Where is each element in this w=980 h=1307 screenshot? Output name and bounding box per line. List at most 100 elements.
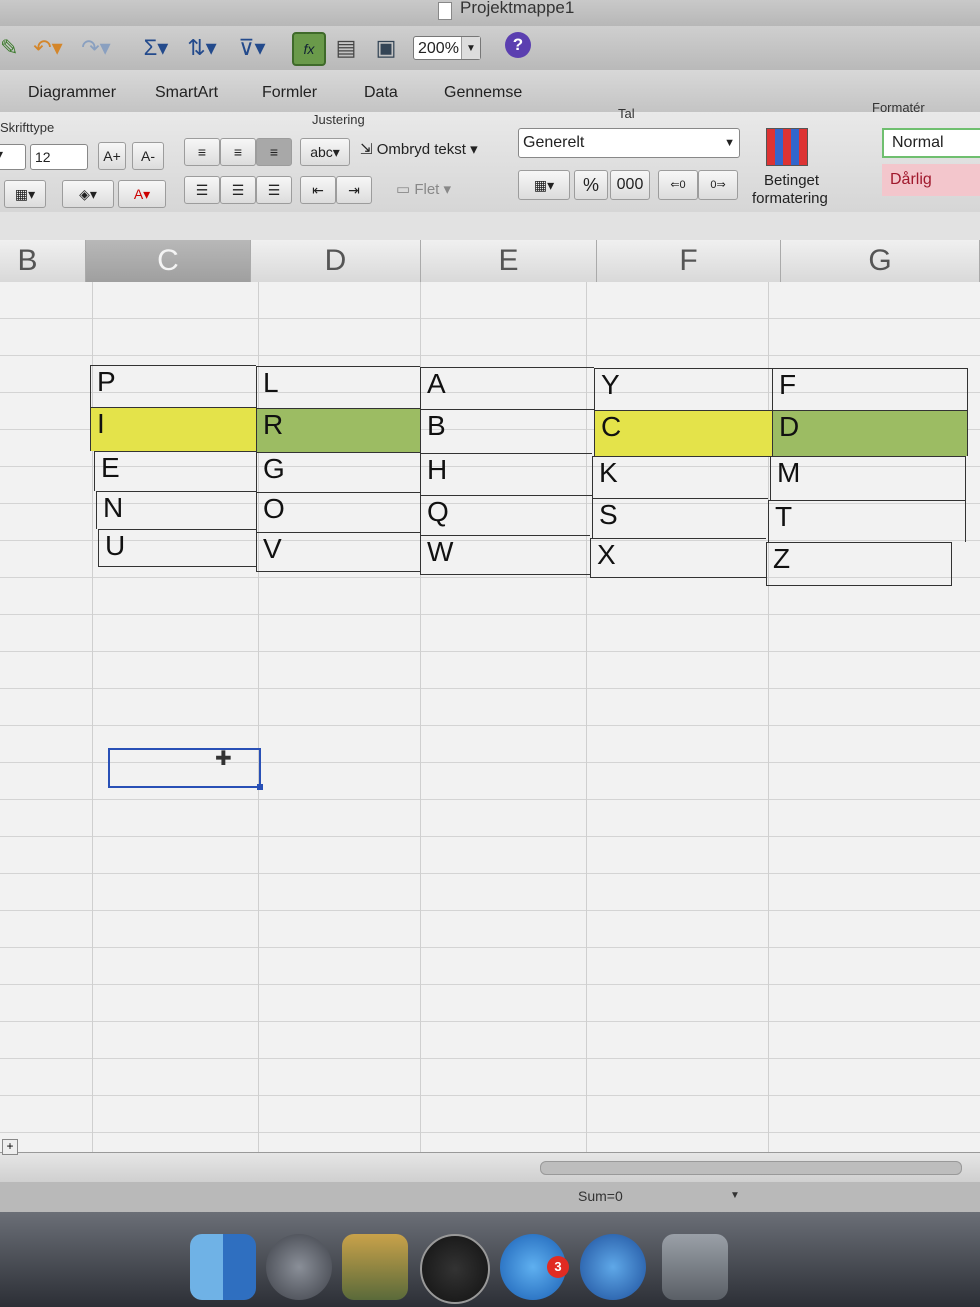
column-header-b[interactable]: B	[0, 240, 86, 282]
wrap-text-label: Ombryd tekst	[376, 141, 466, 158]
borders-icon[interactable]: ▦▾	[4, 180, 46, 208]
increase-decimal-icon[interactable]: ⇐0	[658, 170, 698, 200]
dock	[0, 1212, 980, 1307]
chevron-down-icon: ▼	[461, 37, 480, 59]
align-bottom-icon[interactable]: ≡	[256, 138, 292, 166]
table-cell-highlight[interactable]: I	[90, 407, 256, 451]
increase-indent-icon[interactable]: ⇥	[336, 176, 372, 204]
align-right-icon[interactable]: ☰	[256, 176, 292, 204]
increase-font-icon[interactable]: A+	[98, 142, 126, 170]
style-normal[interactable]: Normal	[882, 128, 980, 158]
table-cell[interactable]: X	[590, 538, 766, 578]
table-cell[interactable]: K	[592, 456, 770, 498]
wrap-text-button[interactable]: ⇲ Ombryd tekst ▾	[360, 140, 478, 158]
column-header-g[interactable]: G	[781, 240, 980, 282]
add-sheet-icon[interactable]: +	[2, 1139, 18, 1155]
zoom-select[interactable]: 200% ▼	[413, 36, 481, 60]
decrease-indent-icon[interactable]: ⇤	[300, 176, 336, 204]
column-header-c[interactable]: C	[86, 240, 251, 282]
text-orientation-button[interactable]: abc▾	[300, 138, 350, 166]
tab-diagrammer[interactable]: Diagrammer	[28, 84, 116, 102]
scroll-thumb[interactable]	[540, 1161, 962, 1175]
table-cell[interactable]: W	[420, 535, 590, 575]
table-cell[interactable]: A	[420, 367, 594, 409]
gallery-icon[interactable]: ▤	[334, 34, 358, 62]
align-middle-icon[interactable]: ≡	[220, 138, 256, 166]
table-cell[interactable]: Q	[420, 495, 592, 535]
fill-color-icon[interactable]: ◈▾	[62, 180, 114, 208]
merge-icon: ▭	[396, 181, 415, 198]
redo-icon[interactable]: ↷▾	[78, 34, 114, 62]
number-format-select[interactable]: Generelt ▼	[518, 128, 740, 158]
chevron-down-icon[interactable]: ▼	[730, 1190, 740, 1201]
decrease-font-icon[interactable]: A-	[132, 142, 164, 170]
table-cell[interactable]: O	[256, 492, 420, 532]
table-cell[interactable]: E	[94, 451, 256, 491]
table-cell[interactable]: L	[256, 366, 420, 408]
table-cell-highlight[interactable]: R	[256, 408, 420, 452]
itunes-icon[interactable]	[580, 1234, 646, 1300]
title-bar: Projektmappe1	[0, 0, 980, 26]
fill-handle[interactable]	[257, 784, 263, 790]
font-size-select[interactable]: 12	[30, 144, 88, 170]
number-format-value: Generelt	[523, 134, 585, 151]
table-cell[interactable]: T	[768, 500, 966, 542]
undo-icon[interactable]: ↶▾	[30, 34, 66, 62]
help-button[interactable]: ?	[505, 32, 531, 58]
table-cell[interactable]: F	[772, 368, 968, 410]
align-left-icon[interactable]: ☰	[184, 176, 220, 204]
font-name-select[interactable]: ▾	[0, 144, 26, 170]
table-cell-highlight[interactable]: D	[772, 410, 968, 456]
decrease-decimal-icon[interactable]: 0⇒	[698, 170, 738, 200]
save-icon[interactable]: ✎	[0, 34, 18, 62]
autosum-icon[interactable]: Σ▾	[138, 34, 174, 62]
launchpad-icon[interactable]	[266, 1234, 332, 1300]
align-group-label: Justering	[312, 112, 365, 127]
sort-icon[interactable]: ⇅▾	[182, 34, 222, 62]
align-top-icon[interactable]: ≡	[184, 138, 220, 166]
horizontal-scrollbar[interactable]: +	[0, 1139, 980, 1183]
column-header-e[interactable]: E	[421, 240, 597, 282]
table-cell[interactable]: B	[420, 409, 594, 453]
photo-app-icon[interactable]	[342, 1234, 408, 1300]
table-cell[interactable]: U	[98, 529, 256, 567]
table-cell[interactable]: M	[770, 456, 966, 500]
finder-icon[interactable]	[190, 1234, 256, 1300]
column-headers: B C D E F G	[0, 240, 980, 283]
conditional-format-button[interactable]: Betinget formatering	[750, 124, 836, 210]
number-group-label: Tal	[618, 106, 635, 121]
font-size-value: 12	[35, 149, 51, 165]
table-cell[interactable]: H	[420, 453, 592, 495]
active-cell-selection[interactable]	[108, 748, 263, 790]
styles-group-label: Formatér	[872, 100, 925, 115]
table-cell[interactable]: P	[90, 365, 256, 407]
dashboard-icon[interactable]	[420, 1234, 490, 1304]
system-preferences-icon[interactable]	[662, 1234, 728, 1300]
tab-gennemse[interactable]: Gennemse	[444, 84, 522, 102]
merge-button[interactable]: ▭ Flet ▾	[396, 180, 451, 198]
function-icon[interactable]: fx	[292, 32, 326, 66]
conditional-format-label-1: Betinget	[764, 172, 820, 189]
percent-button[interactable]: %	[574, 170, 608, 200]
table-cell[interactable]: Z	[766, 542, 952, 586]
column-header-d[interactable]: D	[251, 240, 421, 282]
table-cell[interactable]: V	[256, 532, 420, 572]
thousands-button[interactable]: 000	[610, 170, 650, 200]
tab-formler[interactable]: Formler	[262, 84, 317, 102]
table-cell[interactable]: G	[256, 452, 420, 492]
font-color-icon[interactable]: A▾	[118, 180, 166, 208]
table-cell-highlight[interactable]: C	[594, 410, 772, 456]
table-cell[interactable]: S	[592, 498, 768, 538]
align-center-icon[interactable]: ☰	[220, 176, 256, 204]
tab-data[interactable]: Data	[364, 84, 398, 102]
filter-icon[interactable]: ⊽▾	[232, 34, 272, 62]
toolbox-icon[interactable]: ▣	[372, 34, 400, 62]
currency-format-icon[interactable]: ▦▾	[518, 170, 570, 200]
style-bad[interactable]: Dårlig	[882, 164, 980, 196]
column-header-f[interactable]: F	[597, 240, 781, 282]
table-cell[interactable]: Y	[594, 368, 772, 410]
tab-smartart[interactable]: SmartArt	[155, 84, 218, 102]
font-group-label: Skrifttype	[0, 120, 55, 135]
table-cell[interactable]: N	[96, 491, 256, 529]
formula-bar[interactable]	[0, 212, 980, 241]
